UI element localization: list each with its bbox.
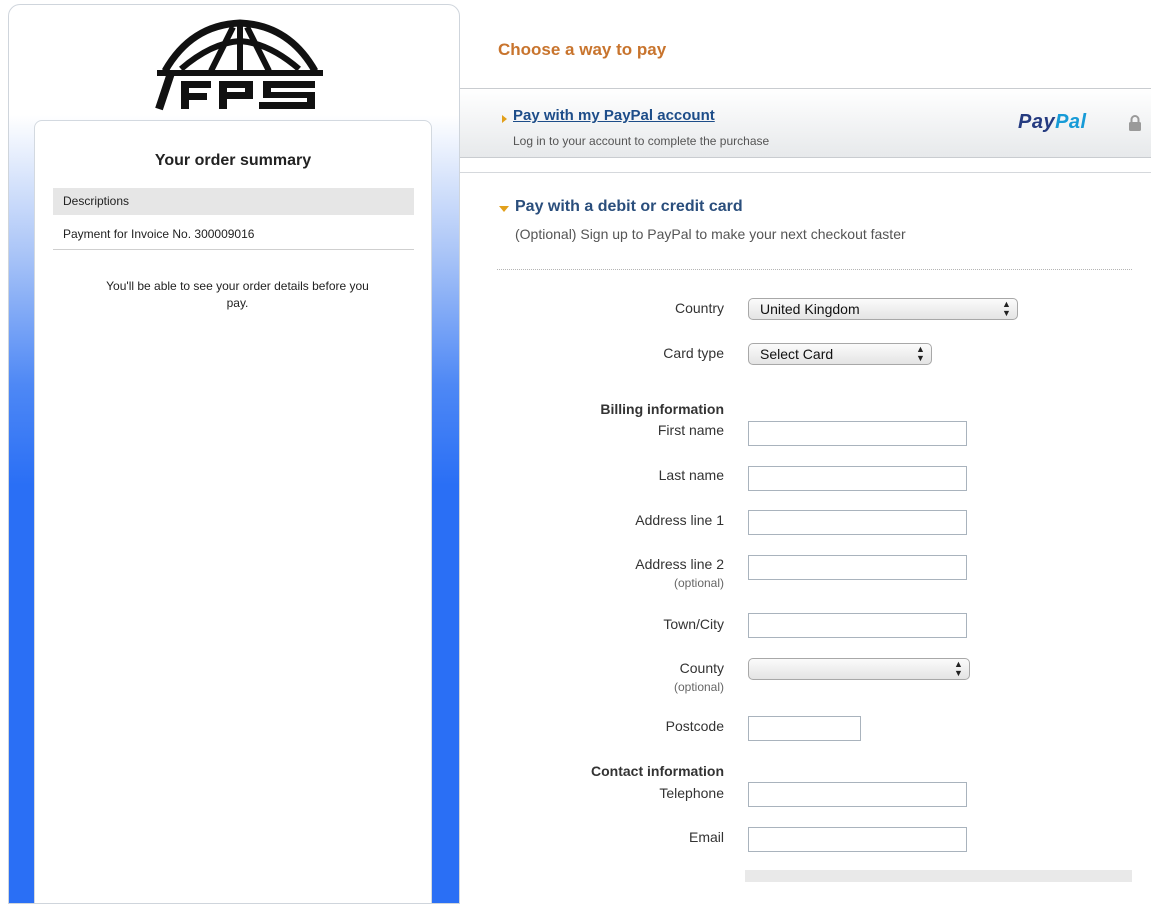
optional-note: (optional)	[673, 576, 724, 590]
optional-note: (optional)	[673, 680, 724, 694]
country-select-value: United Kingdom	[760, 301, 860, 317]
town-city-input[interactable]	[748, 613, 967, 638]
select-arrows-icon: ▲ ▼	[954, 659, 963, 678]
order-details-note: You'll be able to see your order details…	[106, 279, 369, 310]
card-option-subtitle: (Optional) Sign up to PayPal to make you…	[515, 226, 906, 242]
page-title: Choose a way to pay	[498, 40, 667, 59]
paypal-account-option[interactable]: Pay with my PayPal account Log in to you…	[460, 88, 1151, 158]
first-name-label: First name	[657, 422, 724, 438]
address-line-2-label-text: Address line 2	[635, 556, 724, 572]
county-label-text: County	[679, 660, 724, 676]
county-label: County (optional)	[494, 660, 724, 694]
telephone-label: Telephone	[659, 785, 724, 801]
country-label: Country	[674, 300, 724, 316]
card-type-select-value: Select Card	[760, 346, 834, 362]
lock-icon	[1129, 115, 1141, 131]
pay-with-card-heading[interactable]: Pay with a debit or credit card	[515, 198, 743, 216]
address-line-2-label: Address line 2 (optional)	[494, 556, 724, 590]
order-summary-title: Your order summary	[154, 152, 312, 169]
dotted-divider	[497, 269, 1132, 270]
expanded-triangle-icon	[499, 206, 509, 212]
card-type-select[interactable]: Select Card ▲ ▼	[748, 343, 932, 365]
last-name-label: Last name	[658, 467, 724, 483]
order-summary-card: Your order summary Descriptions Payment …	[34, 120, 432, 903]
collapsed-triangle-icon	[502, 115, 507, 123]
continue-button-partial[interactable]	[745, 870, 1132, 882]
paypal-logo-pal: Pal	[1055, 111, 1087, 133]
paypal-logo: PayPal	[1018, 111, 1087, 134]
last-name-input[interactable]	[748, 466, 967, 491]
pay-with-paypal-link[interactable]: Pay with my PayPal account	[513, 107, 715, 124]
address-line-2-input[interactable]	[748, 555, 967, 580]
town-city-label: Town/City	[663, 616, 724, 632]
email-label: Email	[688, 829, 724, 845]
merchant-logo	[155, 19, 323, 111]
country-select[interactable]: United Kingdom ▲ ▼	[748, 298, 1018, 320]
description-row: Payment for Invoice No. 300009016	[53, 221, 414, 250]
address-line-1-input[interactable]	[748, 510, 967, 535]
billing-info-heading: Billing information	[600, 401, 724, 417]
paypal-logo-pay: Pay	[1018, 111, 1056, 133]
email-input[interactable]	[748, 827, 967, 852]
postcode-label: Postcode	[665, 718, 724, 734]
select-arrows-icon: ▲ ▼	[1002, 299, 1011, 318]
county-select[interactable]: ▲ ▼	[748, 658, 970, 680]
first-name-input[interactable]	[748, 421, 967, 446]
postcode-input[interactable]	[748, 716, 861, 741]
contact-info-heading: Contact information	[591, 763, 724, 779]
card-type-label: Card type	[663, 345, 724, 361]
paypal-option-subtitle: Log in to your account to complete the p…	[513, 134, 770, 148]
merchant-sidebar: Your order summary Descriptions Payment …	[8, 4, 460, 904]
descriptions-header: Descriptions	[53, 188, 414, 215]
address-line-1-label: Address line 1	[635, 512, 724, 528]
telephone-input[interactable]	[748, 782, 967, 807]
section-divider	[460, 172, 1151, 173]
select-arrows-icon: ▲ ▼	[916, 344, 925, 363]
